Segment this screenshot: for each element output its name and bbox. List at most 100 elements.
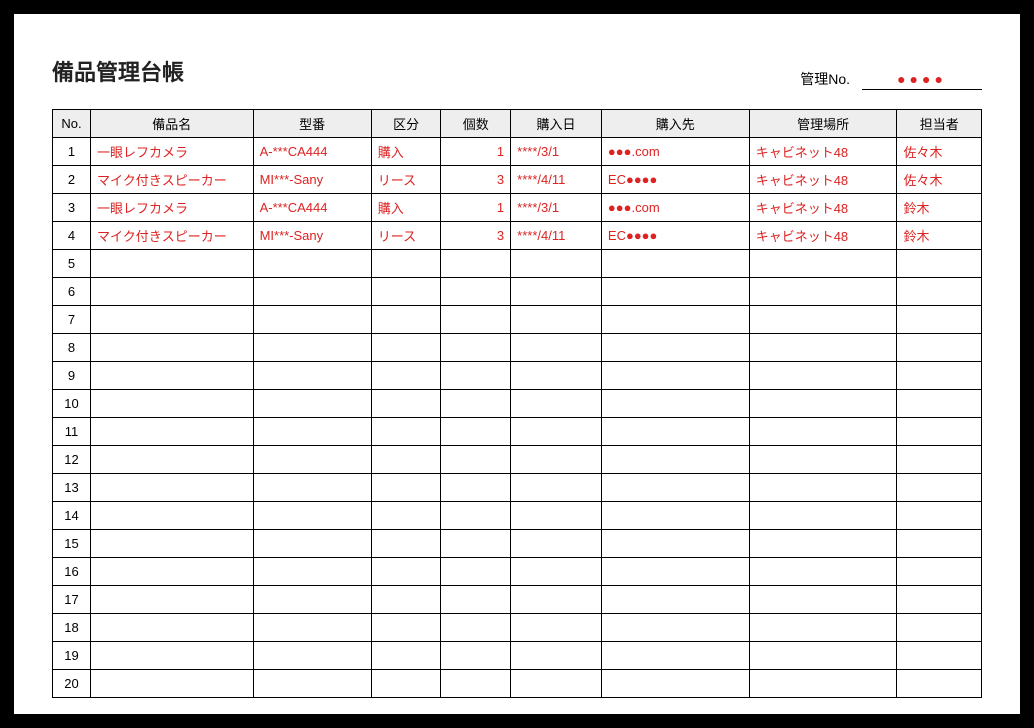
cell-qty	[441, 586, 511, 614]
table-row: 19	[53, 642, 982, 670]
cell-no: 7	[53, 306, 91, 334]
col-header-no: No.	[53, 110, 91, 138]
cell-no: 17	[53, 586, 91, 614]
cell-date	[511, 614, 602, 642]
cell-name	[91, 334, 254, 362]
table-row: 8	[53, 334, 982, 362]
cell-person	[897, 614, 982, 642]
cell-category	[371, 614, 441, 642]
cell-category	[371, 362, 441, 390]
cell-category	[371, 334, 441, 362]
cell-qty: 3	[441, 222, 511, 250]
col-header-qty: 個数	[441, 110, 511, 138]
cell-date	[511, 306, 602, 334]
table-header-row: No. 備品名 型番 区分 個数 購入日 購入先 管理場所 担当者	[53, 110, 982, 138]
cell-location	[749, 474, 897, 502]
cell-category	[371, 474, 441, 502]
cell-person	[897, 418, 982, 446]
cell-no: 3	[53, 194, 91, 222]
cell-date	[511, 390, 602, 418]
cell-model: MI***-Sany	[253, 166, 371, 194]
cell-vendor	[601, 614, 749, 642]
table-row: 5	[53, 250, 982, 278]
cell-qty	[441, 334, 511, 362]
cell-person	[897, 586, 982, 614]
cell-location: キャビネット48	[749, 138, 897, 166]
col-header-model: 型番	[253, 110, 371, 138]
cell-location	[749, 362, 897, 390]
cell-vendor	[601, 670, 749, 698]
cell-vendor	[601, 306, 749, 334]
cell-no: 10	[53, 390, 91, 418]
table-row: 1一眼レフカメラA-***CA444購入1****/3/1●●●.comキャビネ…	[53, 138, 982, 166]
cell-location	[749, 614, 897, 642]
cell-model: A-***CA444	[253, 138, 371, 166]
cell-person	[897, 390, 982, 418]
cell-model: MI***-Sany	[253, 222, 371, 250]
cell-vendor	[601, 446, 749, 474]
cell-person	[897, 446, 982, 474]
cell-person: 佐々木	[897, 138, 982, 166]
management-number-line: 管理No. ●●●●	[800, 69, 982, 90]
table-row: 12	[53, 446, 982, 474]
cell-no: 15	[53, 530, 91, 558]
cell-no: 2	[53, 166, 91, 194]
cell-qty	[441, 418, 511, 446]
cell-vendor	[601, 474, 749, 502]
cell-person	[897, 642, 982, 670]
cell-no: 12	[53, 446, 91, 474]
cell-model	[253, 418, 371, 446]
cell-date	[511, 502, 602, 530]
cell-location	[749, 502, 897, 530]
cell-location	[749, 530, 897, 558]
cell-category: 購入	[371, 194, 441, 222]
cell-name	[91, 278, 254, 306]
cell-date	[511, 334, 602, 362]
table-row: 16	[53, 558, 982, 586]
cell-location: キャビネット48	[749, 194, 897, 222]
cell-qty: 1	[441, 194, 511, 222]
cell-no: 8	[53, 334, 91, 362]
cell-date: ****/3/1	[511, 194, 602, 222]
cell-location	[749, 390, 897, 418]
table-row: 6	[53, 278, 982, 306]
cell-category	[371, 250, 441, 278]
cell-date	[511, 642, 602, 670]
col-header-person: 担当者	[897, 110, 982, 138]
cell-model	[253, 390, 371, 418]
cell-name	[91, 502, 254, 530]
cell-no: 4	[53, 222, 91, 250]
cell-model	[253, 586, 371, 614]
cell-person	[897, 250, 982, 278]
cell-model	[253, 278, 371, 306]
cell-name: 一眼レフカメラ	[91, 194, 254, 222]
cell-name	[91, 390, 254, 418]
cell-model	[253, 306, 371, 334]
management-number-value: ●●●●	[862, 71, 982, 90]
table-row: 15	[53, 530, 982, 558]
cell-location: キャビネット48	[749, 222, 897, 250]
cell-category	[371, 278, 441, 306]
cell-name	[91, 446, 254, 474]
page: 管理No. ●●●● 備品管理台帳 No. 備品名 型番 区分 個数 購入日 購…	[14, 14, 1020, 714]
cell-name	[91, 614, 254, 642]
cell-vendor: EC●●●●	[601, 222, 749, 250]
cell-name	[91, 306, 254, 334]
table-row: 10	[53, 390, 982, 418]
cell-vendor: ●●●.com	[601, 194, 749, 222]
cell-model	[253, 670, 371, 698]
cell-date	[511, 530, 602, 558]
table-row: 9	[53, 362, 982, 390]
col-header-vendor: 購入先	[601, 110, 749, 138]
cell-vendor: ●●●.com	[601, 138, 749, 166]
cell-location	[749, 558, 897, 586]
cell-category	[371, 586, 441, 614]
table-row: 2マイク付きスピーカーMI***-Sanyリース3****/4/11EC●●●●…	[53, 166, 982, 194]
cell-name	[91, 586, 254, 614]
cell-category	[371, 642, 441, 670]
cell-person: 佐々木	[897, 166, 982, 194]
cell-qty	[441, 278, 511, 306]
table-row: 7	[53, 306, 982, 334]
cell-qty: 3	[441, 166, 511, 194]
cell-location	[749, 670, 897, 698]
